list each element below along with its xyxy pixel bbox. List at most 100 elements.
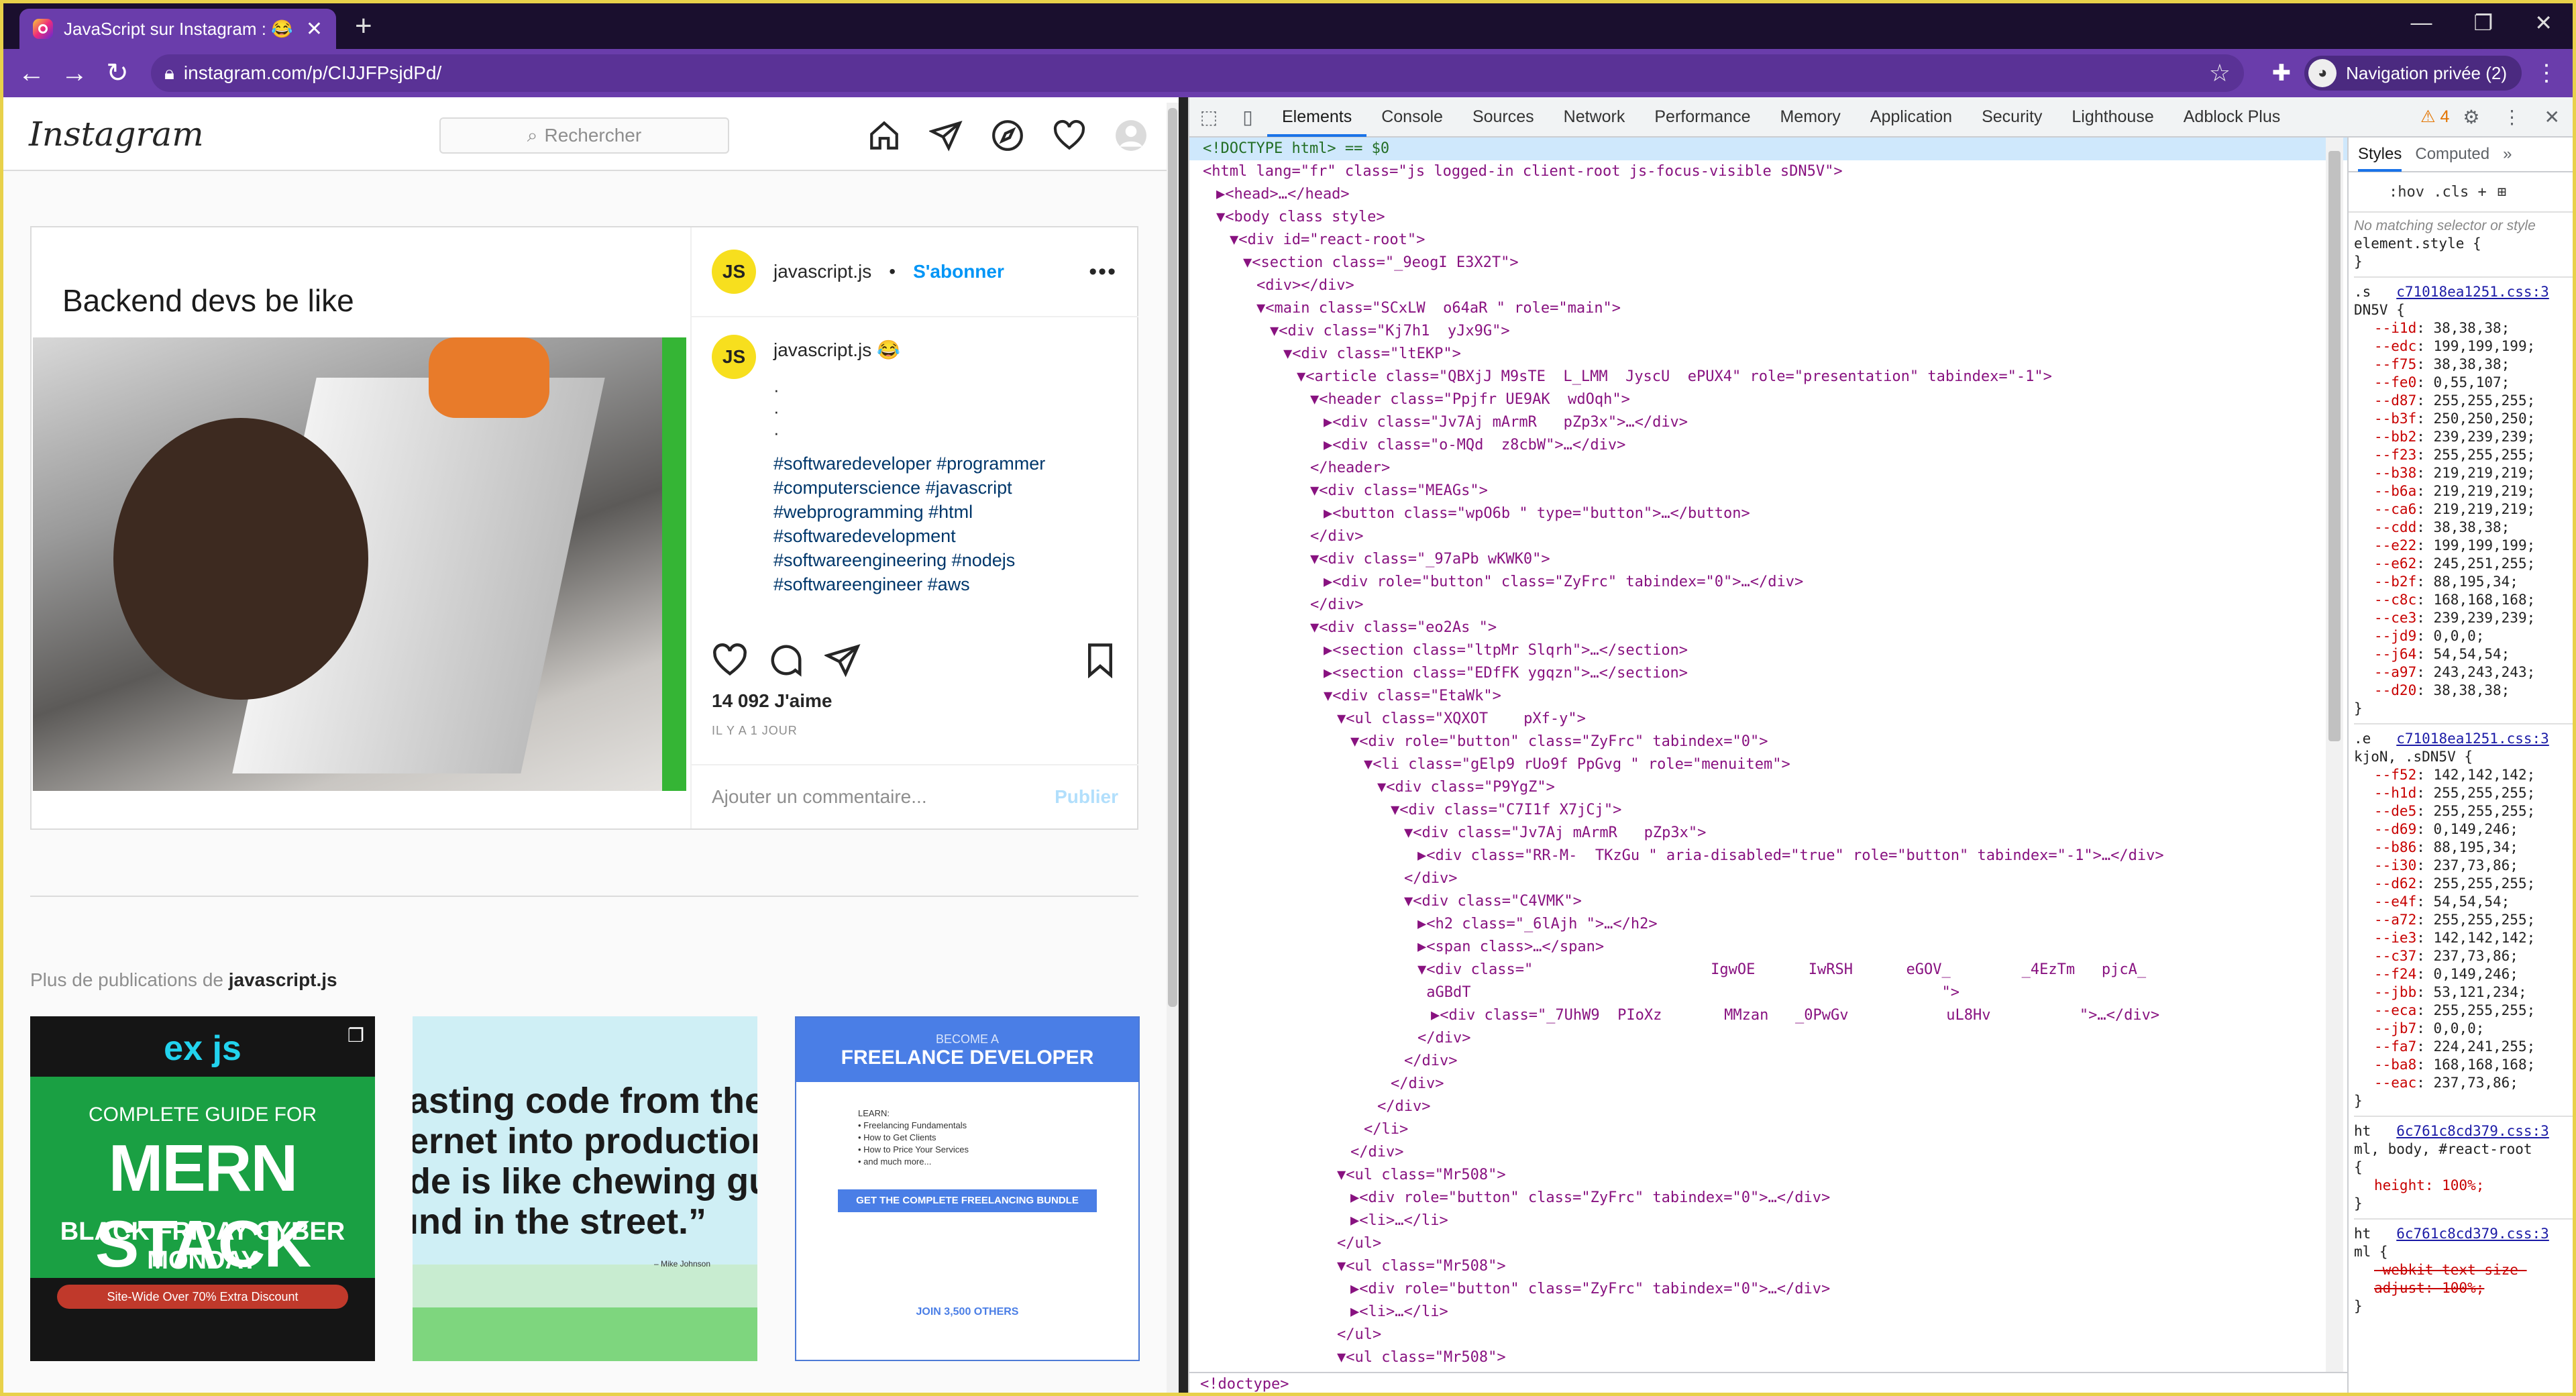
css-property-overridden[interactable]: -webkit-text-size-adjust: 100%; [2354, 1261, 2573, 1297]
tab-elements[interactable]: Elements [1267, 97, 1367, 137]
address-bar[interactable]: 🔒︎ instagram.com/p/CIJJFPsjdPd/ ☆ [151, 54, 2244, 92]
dom-node-line[interactable]: ▼<ul class="XQXOT pXf-y"> [1189, 708, 2347, 731]
comment-avatar[interactable]: JS [712, 335, 756, 379]
dom-node-line[interactable]: ▶<div class="Jv7Aj mArmR pZp3x">…</div> [1189, 411, 2347, 434]
css-variable[interactable]: --d87: 255,255,255; [2354, 392, 2573, 410]
rule-source-link[interactable]: 6c761c8cd379.css:3 [2396, 1123, 2549, 1139]
close-devtools-icon[interactable]: ✕ [2544, 106, 2560, 128]
rule-source-link[interactable]: c71018ea1251.css:3 [2396, 731, 2549, 747]
like-heart-icon[interactable] [712, 642, 748, 678]
dom-node-line[interactable]: ▼<div class="eo2As "> [1189, 616, 2347, 639]
css-variable[interactable]: --e62: 245,251,255; [2354, 555, 2573, 573]
dom-tree-scrollbar[interactable] [2326, 138, 2343, 1372]
rule-source-link[interactable]: c71018ea1251.css:3 [2396, 284, 2549, 300]
more-options-icon[interactable]: ••• [1089, 259, 1117, 285]
dom-node-line[interactable]: ▼<div class="ltEKP"> [1189, 343, 2347, 366]
more-posts-user[interactable]: javascript.js [229, 969, 337, 990]
css-variable[interactable]: --c37: 237,73,86; [2354, 947, 2573, 965]
dom-tree[interactable]: <!DOCTYPE html> == $0 <html lang="fr" cla… [1189, 138, 2347, 1372]
incognito-profile-button[interactable]: ◕ Navigation privée (2) [2304, 56, 2522, 91]
css-variable[interactable]: --f23: 255,255,255; [2354, 446, 2573, 464]
css-variable[interactable]: --c8c: 168,168,168; [2354, 591, 2573, 609]
back-icon[interactable]: ← [17, 58, 46, 89]
dom-node-line[interactable]: ▼<div id="react-root"> [1189, 229, 2347, 252]
css-variable[interactable]: --f52: 142,142,142; [2354, 766, 2573, 784]
profile-avatar-icon[interactable] [1114, 119, 1148, 152]
tab-security[interactable]: Security [1967, 97, 2057, 137]
css-property[interactable]: height: 100%; [2354, 1177, 2573, 1195]
dom-node-line[interactable]: <div></div> [1189, 274, 2347, 297]
css-variable[interactable]: --b86: 88,195,34; [2354, 839, 2573, 857]
css-variable[interactable]: --b3f: 250,250,250; [2354, 410, 2573, 428]
comment-icon[interactable] [768, 642, 804, 678]
thumbnail-post[interactable]: ex js COMPLETE GUIDE FOR MERN STACK BLAC… [30, 1016, 375, 1361]
css-variable[interactable]: --jd9: 0,0,0; [2354, 627, 2573, 645]
dom-node-line[interactable]: ▶<div class="_7UhW9 PIoXz MMzan _0PwGv u… [1189, 1004, 2347, 1027]
author-username[interactable]: javascript.js [773, 261, 871, 282]
dom-node-line[interactable]: ▼<article class="QBXjJ M9sTE L_LMM JyscU… [1189, 366, 2347, 388]
css-variable[interactable]: --bb2: 239,239,239; [2354, 428, 2573, 446]
post-media[interactable]: Backend devs be like [32, 227, 689, 828]
dom-node-line[interactable]: ▼<div class="P9YgZ"> [1189, 776, 2347, 799]
dom-node-line[interactable]: </ul> [1189, 1232, 2347, 1255]
css-variable[interactable]: --i30: 237,73,86; [2354, 857, 2573, 875]
menu-kebab-icon[interactable]: ⋮ [2535, 60, 2558, 87]
dom-node-line[interactable]: ▼<div class="C7I1f X7jCj"> [1189, 799, 2347, 822]
dom-node-line[interactable]: </div> [1189, 867, 2347, 890]
css-variable[interactable]: --cdd: 38,38,38; [2354, 519, 2573, 537]
dom-node-line[interactable]: </div> [1189, 1073, 2347, 1095]
css-variable[interactable]: --e22: 199,199,199; [2354, 537, 2573, 555]
tab-memory[interactable]: Memory [1765, 97, 1855, 137]
hov-cls-toggles[interactable]: :hov .cls + [2389, 184, 2487, 201]
thumbnail-post[interactable]: asting code from the ernet into producti… [413, 1016, 757, 1361]
tab-sources[interactable]: Sources [1458, 97, 1549, 137]
dom-node-line[interactable]: ▼<div class="C4VMK"> [1189, 890, 2347, 913]
dom-node-line[interactable]: ▼<div role="button" class="ZyFrc" tabind… [1189, 731, 2347, 753]
dom-node-line[interactable]: ▼<main class="SCxLW o64aR " role="main"> [1189, 297, 2347, 320]
dom-node-line[interactable]: ▶<div role="button" class="ZyFrc" tabind… [1189, 1187, 2347, 1210]
dom-node-line[interactable]: ▶<div role="button" class="ZyFrc" tabind… [1189, 1278, 2347, 1301]
css-variable[interactable]: --b38: 219,219,219; [2354, 464, 2573, 482]
dom-node-line[interactable]: ▼<div class="MEAGs"> [1189, 480, 2347, 502]
rule-source-link[interactable]: 6c761c8cd379.css:3 [2396, 1226, 2549, 1242]
dom-node-line[interactable]: </li> [1189, 1118, 2347, 1141]
dom-node-line[interactable]: ▼<section class="_9eogI E3X2T"> [1189, 252, 2347, 274]
dom-node-line[interactable]: aGBdT "> [1189, 981, 2347, 1004]
thumbnail-post[interactable]: BECOME A FREELANCE DEVELOPER LEARN: • Fr… [795, 1016, 1140, 1361]
css-variable[interactable]: --eca: 255,255,255; [2354, 1002, 2573, 1020]
dom-node-line[interactable]: ▼<div class="Jv7Aj mArmR pZp3x"> [1189, 822, 2347, 845]
hashtag-line[interactable]: #softwareengineering #nodejs [773, 548, 1125, 572]
css-variable[interactable]: --edc: 199,199,199; [2354, 337, 2573, 356]
follow-button[interactable]: S'abonner [913, 261, 1004, 282]
tab-styles[interactable]: Styles [2358, 138, 2402, 172]
dom-node-line[interactable]: ▶<section class="ltpMr Slqrh">…</section… [1189, 639, 2347, 662]
browser-tab[interactable]: JavaScript sur Instagram : 😂 ... ✕ [19, 9, 336, 49]
tab-adblock-plus[interactable]: Adblock Plus [2169, 97, 2296, 137]
css-variable[interactable]: --d20: 38,38,38; [2354, 682, 2573, 700]
dom-node-line[interactable]: </div> [1189, 1027, 2347, 1050]
likes-count[interactable]: 14 092 J'aime [712, 690, 832, 712]
publish-button[interactable]: Publier [1055, 786, 1118, 808]
new-rule-icon[interactable]: ⊞ [2498, 184, 2506, 201]
dom-node-line[interactable]: ▼<ul class="Mr508"> [1189, 1164, 2347, 1187]
dom-node-line[interactable]: ▼<li class="gElp9 rUo9f PpGvg " role="me… [1189, 753, 2347, 776]
dom-node-line[interactable]: ▼<ul class="Mr508"> [1189, 1346, 2347, 1369]
device-toolbar-icon[interactable]: ▯ [1228, 106, 1267, 128]
restore-icon[interactable]: ❐ [2474, 10, 2493, 36]
css-variable[interactable]: --jbb: 53,121,234; [2354, 983, 2573, 1002]
dom-node-line[interactable]: ▶<head>…</head> [1189, 183, 2347, 206]
dom-node-line[interactable]: ▼<body class style> [1189, 206, 2347, 229]
post-timestamp[interactable]: IL Y A 1 JOUR [712, 724, 798, 738]
tab-lighthouse[interactable]: Lighthouse [2057, 97, 2168, 137]
dom-node-line[interactable]: </div> [1189, 1141, 2347, 1164]
css-variable[interactable]: --d62: 255,255,255; [2354, 875, 2573, 893]
activity-heart-icon[interactable] [1053, 119, 1086, 152]
instagram-logo[interactable]: Instagram [29, 115, 204, 154]
tab-application[interactable]: Application [1856, 97, 1967, 137]
css-variable[interactable]: --eac: 237,73,86; [2354, 1074, 2573, 1092]
dom-node-line[interactable]: ▼<header class="Ppjfr UE9AK wdOqh"> [1189, 388, 2347, 411]
css-variable[interactable]: --fe0: 0,55,107; [2354, 374, 2573, 392]
dom-node-line[interactable]: ▶<div class="o-MQd z8cbW">…</div> [1189, 434, 2347, 457]
css-variable[interactable]: --ca6: 219,219,219; [2354, 500, 2573, 519]
dom-node-line[interactable]: ▼<div class="EtaWk"> [1189, 685, 2347, 708]
